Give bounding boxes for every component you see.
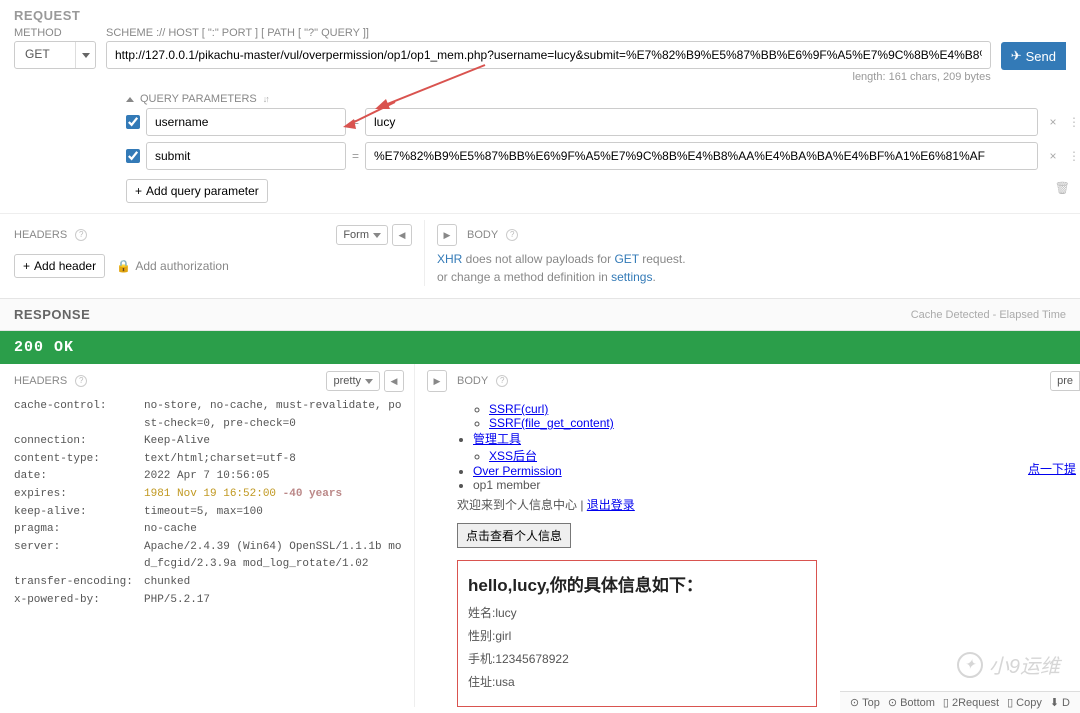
to-request-button[interactable]: ▯2Request [943,696,999,709]
mgmt-link[interactable]: 管理工具 [473,432,521,446]
param-value-input[interactable] [365,142,1038,170]
plus-icon: + [23,259,30,273]
plus-icon: + [135,184,142,198]
add-authorization-link[interactable]: 🔒 Add authorization [116,259,228,273]
help-icon[interactable]: ? [506,229,518,241]
add-header-button[interactable]: + Add header [14,254,105,278]
help-icon[interactable]: ? [75,229,87,241]
copy-button[interactable]: ▯Copy [1007,696,1042,709]
response-headers-table: cache-control:no-store, no-cache, must-r… [14,398,404,609]
scheme-label: SCHEME :// HOST [ ":" PORT ] [ PATH [ "?… [106,27,991,39]
welcome-text: 欢迎来到个人信息中心 | [457,498,587,512]
param-name-input[interactable] [146,108,346,136]
op1-text: op1 member [473,478,540,492]
remove-param-icon[interactable]: × [1044,115,1062,129]
send-icon: ✈ [1011,48,1022,64]
equals-sign: = [352,115,359,129]
info-phone: 手机:12345678922 [468,650,806,667]
logout-link[interactable]: 退出登录 [587,498,635,512]
settings-link[interactable]: settings [611,270,652,284]
param-name-input[interactable] [146,142,346,170]
more-icon[interactable]: ⋮ [1068,115,1080,129]
chevron-down-icon [373,233,381,238]
more-icon[interactable]: ⋮ [1068,149,1080,163]
scroll-top-button[interactable]: ⊙Top [850,696,880,709]
add-header-label: Add header [34,259,96,273]
method-value: GET [15,42,75,68]
query-params-title[interactable]: QUERY PARAMETERS ↓↑ [126,93,1080,105]
trash-icon[interactable]: 🗑 [1055,181,1070,195]
download-icon: ⬇ [1050,696,1059,709]
expand-right-icon[interactable]: ▶ [427,370,447,392]
equals-sign: = [352,149,359,163]
form-label: Form [343,229,369,241]
headers-view-select[interactable]: Form [336,225,388,245]
circle-up-icon: ⊙ [850,696,859,709]
body-title: ▶ BODY? [437,224,518,246]
response-body-title: ▶ BODY? [427,370,508,392]
circle-down-icon: ⊙ [888,696,897,709]
user-info-box: hello,lucy,你的具体信息如下： 姓名:lucy 性别:girl 手机:… [457,560,817,707]
request-section-title: REQUEST [0,0,1080,27]
view-info-button[interactable]: 点击查看个人信息 [457,523,571,548]
param-enabled-checkbox[interactable] [126,149,140,163]
over-perm-link[interactable]: Over Permission [473,464,562,478]
help-icon[interactable]: ? [75,375,87,387]
body-message: XHR does not allow payloads for GET requ… [437,250,1066,268]
info-addr: 住址:usa [468,673,806,690]
next-link[interactable]: 点一下提 [1028,460,1076,477]
lock-icon: 🔒 [116,259,131,273]
status-bar: 200 OK [0,331,1080,364]
download-button[interactable]: ⬇D [1050,696,1070,709]
help-icon[interactable]: ? [496,375,508,387]
remove-param-icon[interactable]: × [1044,149,1062,163]
caret-icon [126,97,134,102]
add-auth-label: Add authorization [135,259,228,273]
param-row: = × ⋮ [126,105,1080,139]
collapse-left-icon[interactable]: ◀ [392,224,412,246]
copy-icon: ▯ [1007,696,1013,709]
collapse-left-icon[interactable]: ◀ [384,370,404,392]
headers-format-select[interactable]: pretty [326,371,380,391]
ssrf-fgc-link[interactable]: SSRF(file_get_content) [489,416,614,430]
param-row: = × ⋮ [126,139,1080,173]
add-query-param-button[interactable]: + Add query parameter [126,179,268,203]
response-headers-title: HEADERS? [14,375,87,387]
wechat-icon: ✦ [957,652,983,678]
send-label: Send [1026,49,1056,64]
scroll-bottom-button[interactable]: ⊙Bottom [888,696,935,709]
send-button[interactable]: ✈ Send [1001,42,1066,70]
response-footer: ⊙Top ⊙Bottom ▯2Request ▯Copy ⬇D [840,691,1080,713]
qp-title-text: QUERY PARAMETERS [140,93,257,105]
sort-icon[interactable]: ↓↑ [263,94,268,104]
param-value-input[interactable] [365,108,1038,136]
expand-right-icon[interactable]: ▶ [437,224,457,246]
response-section-title: RESPONSE [14,307,90,322]
param-enabled-checkbox[interactable] [126,115,140,129]
method-dropdown[interactable]: GET [14,41,96,69]
info-gender: 性别:girl [468,627,806,644]
ssrf-curl-link[interactable]: SSRF(curl) [489,402,548,416]
collapse-icon: ▯ [943,696,949,709]
url-input[interactable] [106,41,991,69]
headers-title: HEADERS? [14,229,87,241]
cache-info: Cache Detected - Elapsed Time [911,309,1066,321]
add-param-label: Add query parameter [146,184,259,198]
body-message: or change a method definition in setting… [437,268,1066,286]
body-format-select[interactable]: pre [1050,371,1080,391]
info-name: 姓名:lucy [468,604,806,621]
watermark: ✦ 小9运维 [957,650,1060,679]
chevron-down-icon [75,42,95,68]
pretty-label: pretty [333,375,361,387]
hello-heading: hello,lucy,你的具体信息如下： [468,571,806,596]
method-label: METHOD [14,27,96,39]
xss-link[interactable]: XSS后台 [489,449,537,463]
chevron-down-icon [365,379,373,384]
length-hint: length: 161 chars, 209 bytes [106,71,991,83]
